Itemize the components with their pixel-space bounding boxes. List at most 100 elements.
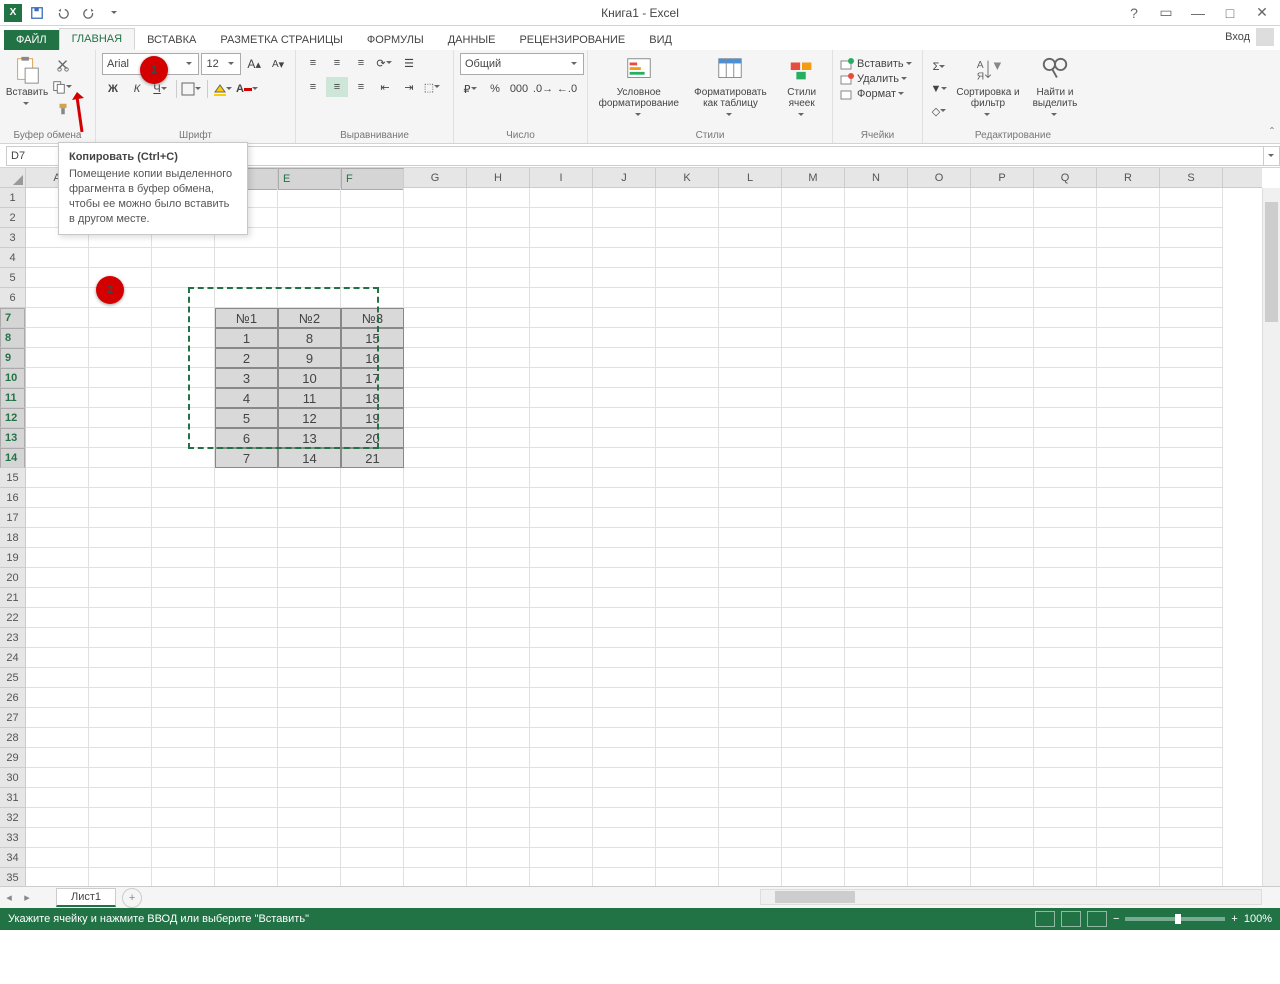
- fill-color-button[interactable]: [212, 79, 234, 99]
- window-title: Книга1 - Excel: [601, 6, 679, 20]
- copy-tooltip: Копировать (Ctrl+C) Помещение копии выде…: [58, 142, 248, 235]
- horizontal-scrollbar[interactable]: [760, 889, 1262, 905]
- percent-format-icon[interactable]: %: [484, 79, 506, 99]
- zoom-in-icon[interactable]: +: [1231, 913, 1237, 925]
- copy-button[interactable]: [52, 77, 74, 97]
- maximize-icon[interactable]: □: [1218, 2, 1242, 24]
- sort-filter-icon: AЯ: [973, 55, 1003, 85]
- decrease-decimal-icon[interactable]: ←.0: [556, 79, 578, 99]
- cells-area[interactable]: №1№2№3181529163101741118512196132071421: [26, 188, 1262, 886]
- format-table-button[interactable]: Форматировать как таблицу: [688, 53, 774, 130]
- formula-input[interactable]: №1: [108, 146, 1264, 166]
- qat-customize-icon[interactable]: [104, 2, 126, 24]
- excel-icon: X: [4, 4, 22, 22]
- find-select-button[interactable]: Найти и выделить: [1025, 53, 1085, 130]
- align-middle-icon[interactable]: ≡: [326, 53, 348, 73]
- conditional-format-button[interactable]: Условное форматирование: [594, 53, 684, 130]
- cells-group-label: Ячейки: [839, 130, 916, 143]
- merge-button[interactable]: ⬚: [422, 77, 444, 97]
- tab-insert[interactable]: ВСТАВКА: [135, 30, 208, 50]
- status-message: Укажите ячейку и нажмите ВВОД или выбери…: [8, 913, 1035, 925]
- sheet-tab[interactable]: Лист1: [56, 888, 116, 907]
- callout-1: 1: [140, 56, 168, 84]
- status-bar: Укажите ячейку и нажмите ВВОД или выбери…: [0, 908, 1280, 930]
- italic-button[interactable]: К: [126, 79, 148, 99]
- indent-increase-icon[interactable]: ⇥: [398, 77, 420, 97]
- zoom-slider[interactable]: [1125, 917, 1225, 921]
- add-sheet-button[interactable]: +: [122, 888, 142, 908]
- signin[interactable]: Вход: [1225, 28, 1274, 46]
- decrease-font-icon[interactable]: A▾: [267, 54, 289, 74]
- clear-icon[interactable]: ◇: [929, 101, 951, 121]
- tooltip-title: Копировать (Ctrl+C): [69, 151, 237, 163]
- tab-formulas[interactable]: ФОРМУЛЫ: [355, 30, 436, 50]
- paste-icon: [12, 55, 42, 85]
- align-center-icon[interactable]: ≡: [326, 77, 348, 97]
- align-left-icon[interactable]: ≡: [302, 77, 324, 97]
- callout-2: 2: [96, 276, 124, 304]
- name-box[interactable]: D7: [6, 146, 66, 166]
- tab-file[interactable]: ФАЙЛ: [4, 30, 59, 50]
- align-right-icon[interactable]: ≡: [350, 77, 372, 97]
- sort-filter-button[interactable]: AЯСортировка и фильтр: [955, 53, 1021, 130]
- undo-icon[interactable]: [52, 2, 74, 24]
- tab-view[interactable]: ВИД: [637, 30, 684, 50]
- increase-font-icon[interactable]: A▴: [243, 54, 265, 74]
- tab-page-layout[interactable]: РАЗМЕТКА СТРАНИЦЫ: [208, 30, 354, 50]
- ribbon-tabs: ФАЙЛ ГЛАВНАЯ ВСТАВКА РАЗМЕТКА СТРАНИЦЫ Ф…: [0, 26, 1280, 50]
- redo-icon[interactable]: [78, 2, 100, 24]
- tab-review[interactable]: РЕЦЕНЗИРОВАНИЕ: [507, 30, 637, 50]
- font-color-button[interactable]: A: [236, 79, 258, 99]
- format-cells-button[interactable]: Формат: [839, 87, 916, 101]
- borders-button[interactable]: [181, 79, 203, 99]
- insert-cells-button[interactable]: Вставить: [839, 57, 916, 71]
- collapse-ribbon-icon[interactable]: ˆ: [1270, 125, 1274, 139]
- sheet-nav-next[interactable]: ▸: [18, 889, 36, 907]
- paste-button[interactable]: Вставить: [6, 53, 48, 130]
- indent-decrease-icon[interactable]: ⇤: [374, 77, 396, 97]
- zoom-out-icon[interactable]: −: [1113, 913, 1119, 925]
- signin-label: Вход: [1225, 31, 1250, 43]
- formula-expand[interactable]: [1264, 146, 1280, 166]
- cell-styles-button[interactable]: Стили ячеек: [777, 53, 826, 130]
- orientation-icon[interactable]: ⟳: [374, 53, 396, 73]
- view-pagebreak-icon[interactable]: [1087, 911, 1107, 927]
- wrap-text-icon[interactable]: ☰: [398, 53, 420, 73]
- vertical-scrollbar[interactable]: [1262, 188, 1280, 886]
- row-headers[interactable]: 1234567891011121314151617181920212223242…: [0, 188, 26, 886]
- increase-decimal-icon[interactable]: .0→: [532, 79, 554, 99]
- cell-styles-icon: [787, 55, 817, 85]
- view-normal-icon[interactable]: [1035, 911, 1055, 927]
- paste-label: Вставить: [6, 87, 48, 98]
- font-size-select[interactable]: 12: [201, 53, 241, 75]
- accounting-format-icon[interactable]: ₽: [460, 79, 482, 99]
- select-all-corner[interactable]: [0, 168, 26, 188]
- comma-format-icon[interactable]: 000: [508, 79, 530, 99]
- view-layout-icon[interactable]: [1061, 911, 1081, 927]
- cut-button[interactable]: [52, 55, 74, 75]
- ribbon-display-icon[interactable]: ▭: [1154, 2, 1178, 24]
- align-top-icon[interactable]: ≡: [302, 53, 324, 73]
- delete-cells-button[interactable]: Удалить: [839, 72, 916, 86]
- sheet-tab-bar: ◂ ▸ Лист1 +: [0, 886, 1280, 908]
- title-bar: X Книга1 - Excel ? ▭ — □ ✕: [0, 0, 1280, 26]
- fill-icon[interactable]: ▼: [929, 79, 951, 99]
- callout-arrow: [72, 92, 92, 142]
- worksheet-grid[interactable]: ABCDEFGHIJKLMNOPQRS 12345678910111213141…: [0, 168, 1280, 886]
- sheet-nav-prev[interactable]: ◂: [0, 889, 18, 907]
- align-group-label: Выравнивание: [302, 130, 447, 143]
- align-bottom-icon[interactable]: ≡: [350, 53, 372, 73]
- autosum-icon[interactable]: Σ: [929, 57, 951, 77]
- zoom-level[interactable]: 100%: [1244, 913, 1272, 925]
- bold-button[interactable]: Ж: [102, 79, 124, 99]
- save-icon[interactable]: [26, 2, 48, 24]
- close-icon[interactable]: ✕: [1250, 2, 1274, 24]
- format-painter-button[interactable]: [52, 99, 74, 119]
- help-icon[interactable]: ?: [1122, 2, 1146, 24]
- format-table-icon: [715, 55, 745, 85]
- number-format-select[interactable]: Общий: [460, 53, 584, 75]
- tab-data[interactable]: ДАННЫЕ: [436, 30, 508, 50]
- tab-home[interactable]: ГЛАВНАЯ: [59, 28, 135, 50]
- minimize-icon[interactable]: —: [1186, 2, 1210, 24]
- number-group-label: Число: [460, 130, 581, 143]
